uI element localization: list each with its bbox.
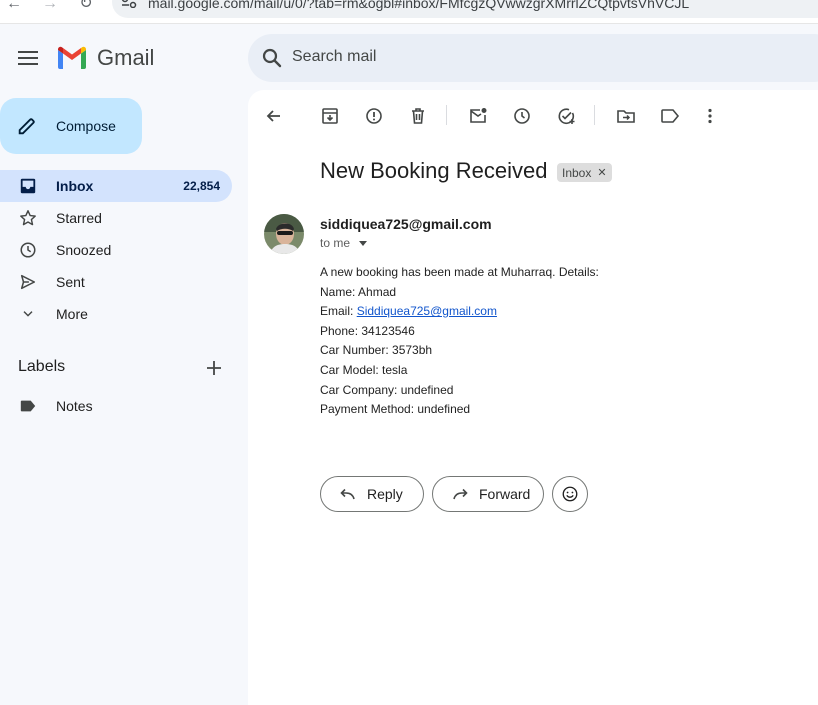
body-line: Phone: 34123546 <box>320 323 415 338</box>
sender-avatar[interactable] <box>264 214 304 254</box>
sidebar-item-label: More <box>56 306 88 322</box>
add-task-icon[interactable] <box>554 104 578 128</box>
inbox-count: 22,854 <box>183 179 220 193</box>
report-spam-icon[interactable] <box>362 104 386 128</box>
forward-arrow-icon[interactable]: → <box>40 0 60 14</box>
body-line: Car Model: tesla <box>320 362 408 377</box>
sidebar-item-sent[interactable]: Sent <box>0 266 232 298</box>
email-body: A new booking has been made at Muharraq.… <box>320 263 599 420</box>
sidebar-item-label: Sent <box>56 274 85 290</box>
body-line: Payment Method: undefined <box>320 402 471 417</box>
chevron-down-icon <box>18 304 38 324</box>
recipient-details[interactable]: to me <box>320 236 368 250</box>
recipient-label: to me <box>320 236 351 250</box>
snooze-icon[interactable] <box>510 104 534 128</box>
move-to-icon[interactable] <box>614 104 638 128</box>
pencil-icon <box>18 118 35 135</box>
toolbar-divider <box>594 105 595 125</box>
sidebar-item-label: Snoozed <box>56 242 112 258</box>
forward-icon <box>453 488 468 500</box>
chip-label: Inbox <box>562 165 592 180</box>
search-bar[interactable] <box>248 34 818 82</box>
sidebar-item-more[interactable]: More <box>0 298 232 330</box>
browser-bar: ← → ↻ mail.google.com/mail/u/0/?tab=rm&o… <box>0 0 818 24</box>
email-subject: New Booking Received <box>320 158 548 183</box>
main-menu-icon[interactable] <box>16 46 40 70</box>
email-prefix: Email: <box>320 304 357 319</box>
sidebar-item-label: Notes <box>56 398 93 414</box>
body-line: Email: Siddiquea725@gmail.com <box>320 302 599 322</box>
label-as-icon[interactable] <box>658 104 682 128</box>
star-icon <box>18 208 38 228</box>
mark-unread-icon[interactable] <box>466 104 490 128</box>
back-icon[interactable] <box>262 104 286 128</box>
reply-button[interactable]: Reply <box>320 476 424 512</box>
body-line: Car Company: undefined <box>320 382 454 397</box>
forward-label: Forward <box>479 486 531 502</box>
body-line: A new booking has been made at Muharraq.… <box>320 265 599 279</box>
email-view: New Booking Received Inbox ✕ siddiquea72… <box>248 90 818 705</box>
sidebar-item-label: Starred <box>56 210 102 226</box>
remove-label-icon[interactable]: ✕ <box>597 166 606 179</box>
reply-label: Reply <box>367 486 403 502</box>
labels-heading: Labels <box>18 358 66 375</box>
search-input[interactable] <box>292 48 692 66</box>
gmail-brand: Gmail <box>97 45 155 70</box>
add-label-icon[interactable] <box>203 357 225 379</box>
archive-icon[interactable] <box>318 104 342 128</box>
emoji-reaction-button[interactable] <box>552 476 588 512</box>
compose-label: Compose <box>56 118 116 134</box>
caret-down-icon <box>359 240 368 246</box>
compose-button[interactable]: Compose <box>0 98 142 154</box>
sidebar-item-starred[interactable]: Starred <box>0 202 232 234</box>
url-text[interactable]: mail.google.com/mail/u/0/?tab=rm&ogbl#in… <box>148 0 689 11</box>
inbox-label-chip[interactable]: Inbox ✕ <box>557 163 612 182</box>
sidebar-item-inbox[interactable]: Inbox 22,854 <box>0 170 232 202</box>
body-line: Car Number: 3573bh <box>320 343 433 358</box>
forward-button[interactable]: Forward <box>432 476 544 512</box>
back-arrow-icon[interactable]: ← <box>4 0 24 14</box>
delete-icon[interactable] <box>406 104 430 128</box>
sidebar-item-snoozed[interactable]: Snoozed <box>0 234 232 266</box>
clock-icon <box>18 240 38 260</box>
body-line: Name: Ahmad <box>320 284 397 299</box>
toolbar-divider <box>446 105 447 125</box>
sidebar-item-label: Inbox <box>56 178 94 194</box>
send-icon <box>18 272 38 292</box>
label-icon <box>18 396 38 416</box>
reload-icon[interactable]: ↻ <box>76 0 96 14</box>
sender-email[interactable]: siddiquea725@gmail.com <box>320 216 492 232</box>
reply-icon <box>340 488 355 500</box>
more-vert-icon[interactable] <box>698 104 722 128</box>
gmail-logo-icon[interactable] <box>56 45 88 71</box>
smiley-icon <box>562 486 578 502</box>
site-settings-icon[interactable] <box>121 0 137 8</box>
sidebar-item-notes[interactable]: Notes <box>0 390 232 422</box>
email-link[interactable]: Siddiquea725@gmail.com <box>357 304 497 318</box>
search-icon[interactable] <box>260 46 284 70</box>
inbox-icon <box>18 176 38 196</box>
